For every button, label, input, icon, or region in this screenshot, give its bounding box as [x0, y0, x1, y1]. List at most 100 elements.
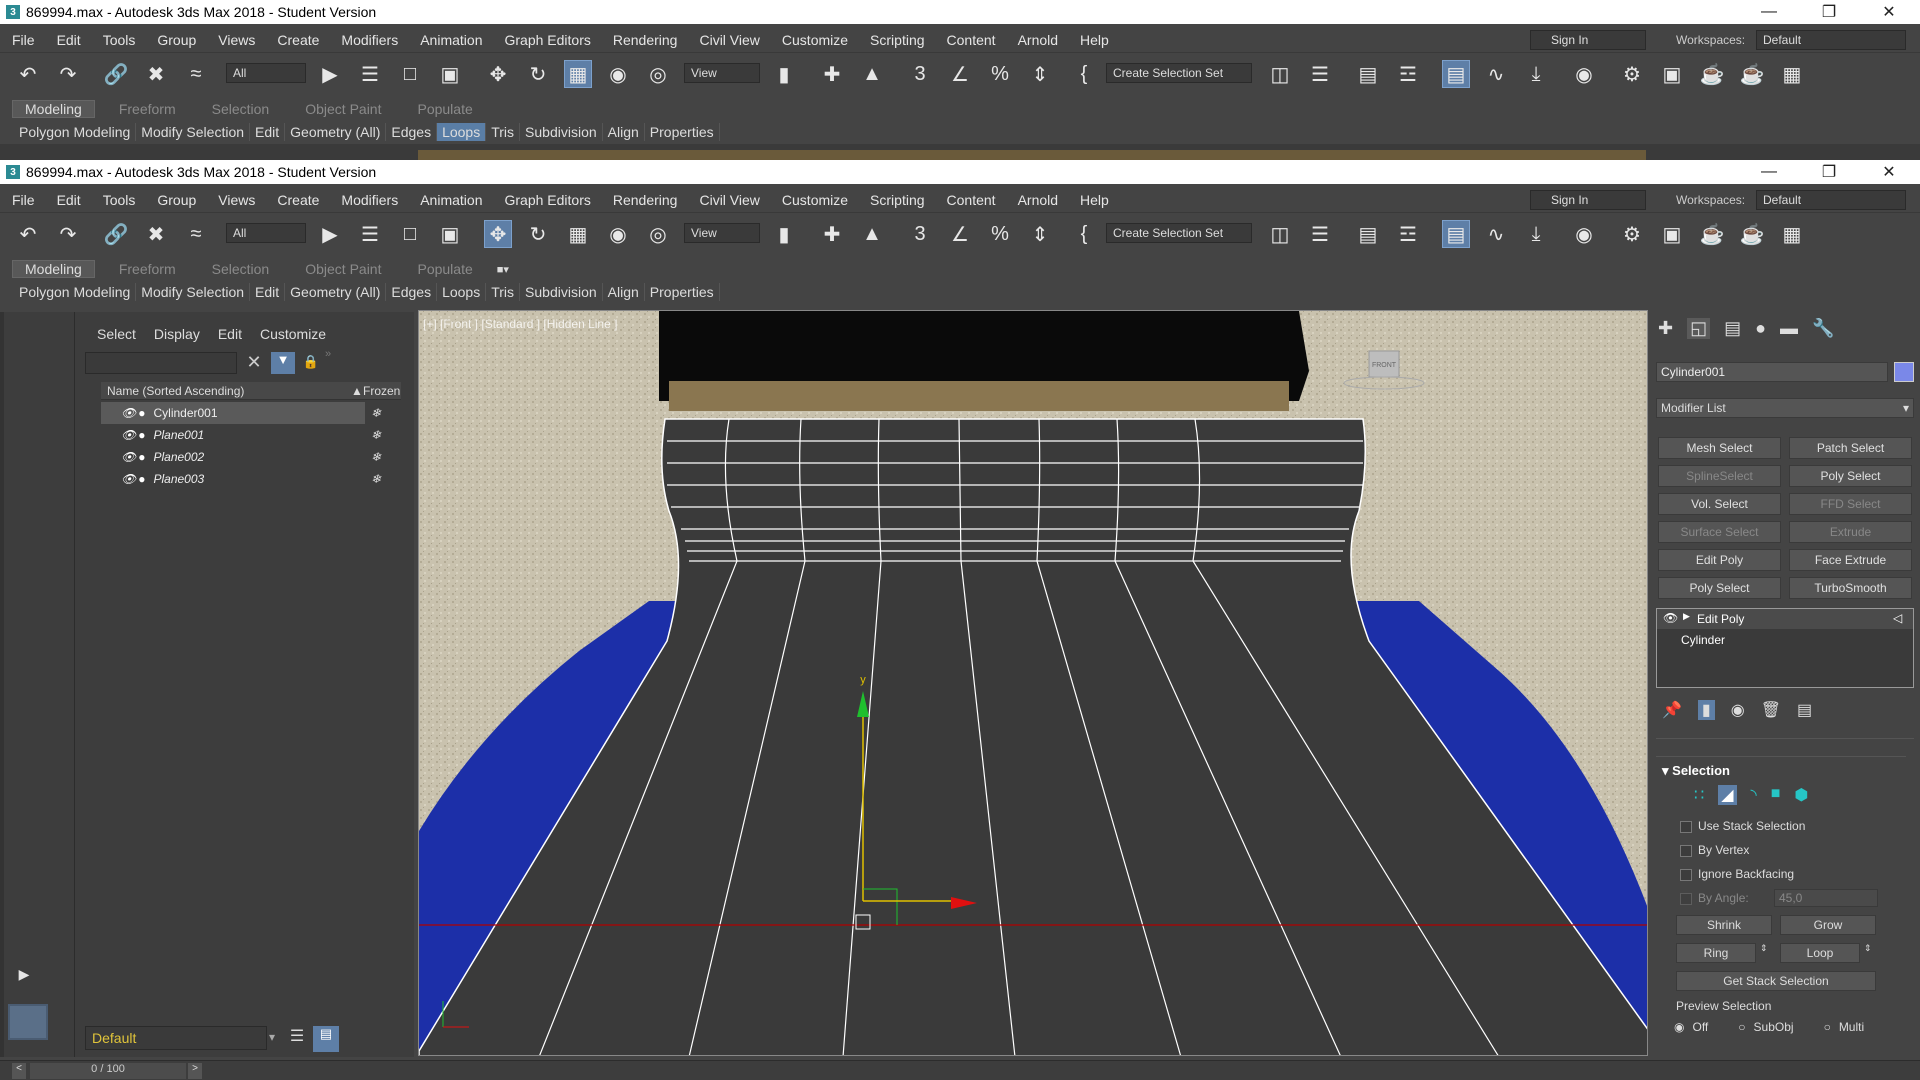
pivot-icon[interactable]: ▮ [770, 60, 798, 88]
angle-spinner[interactable]: 45,0 [1774, 889, 1878, 907]
menu-help[interactable]: Help [1068, 192, 1109, 208]
menu-group[interactable]: Group [145, 32, 196, 48]
bind-space-warp-icon[interactable]: ≈ [182, 60, 210, 88]
link-icon[interactable]: 🔗 [102, 60, 130, 88]
menu-scripting[interactable]: Scripting [858, 32, 924, 48]
selection-filter-dropdown[interactable]: All [226, 223, 306, 243]
menu-content[interactable]: Content [935, 192, 996, 208]
workspace-dropdown[interactable]: Default [1756, 190, 1906, 210]
scale-icon[interactable]: ▦ [564, 220, 592, 248]
select-by-name-icon[interactable]: ☰ [356, 60, 384, 88]
layer-dropdown-arrow-icon[interactable]: ▾ [269, 1030, 275, 1044]
curve-editor-icon[interactable]: ∿ [1482, 60, 1510, 88]
tab-populate[interactable]: Populate [405, 261, 484, 277]
object-color-swatch[interactable] [1894, 362, 1914, 382]
scene-search-input[interactable] [85, 352, 237, 374]
material-editor-icon[interactable]: ◉ [1570, 60, 1598, 88]
select-manipulate-icon[interactable]: ✚ [818, 220, 846, 248]
render-setup-icon[interactable]: ⚙ [1618, 60, 1646, 88]
angle-snap-icon[interactable]: ∠ [946, 220, 974, 248]
rendered-frame-icon[interactable]: ▣ [1658, 220, 1686, 248]
align-icon[interactable]: ☰ [1306, 60, 1334, 88]
face-extrude-button[interactable]: Face Extrude [1789, 549, 1912, 571]
selection-filter-dropdown[interactable]: All [226, 63, 306, 83]
spline-select-button[interactable]: SplineSelect [1658, 465, 1781, 487]
frozen-icon[interactable]: ❄ [371, 428, 381, 442]
schematic-view-icon[interactable]: ⤓ [1522, 60, 1550, 88]
element-icon[interactable]: ⬢ [1794, 785, 1808, 805]
extrude-button[interactable]: Extrude [1789, 521, 1912, 543]
poly-select-button[interactable]: Poly Select [1789, 465, 1912, 487]
show-end-result-icon[interactable]: ▮ [1697, 700, 1715, 720]
col-frozen-header[interactable]: Frozen [363, 384, 400, 398]
tab-object-paint[interactable]: Object Paint [293, 261, 393, 277]
panel-subdivision[interactable]: Subdivision [520, 123, 603, 141]
rollout-header[interactable]: ▾ Selection [1662, 763, 1730, 779]
menu-tools[interactable]: Tools [91, 192, 136, 208]
expand-icon[interactable]: ▶ [1683, 611, 1690, 622]
bind-space-warp-icon[interactable]: ≈ [182, 220, 210, 248]
rendered-frame-icon[interactable]: ▣ [1658, 60, 1686, 88]
ribbon-options-icon[interactable]: ■▾ [497, 263, 509, 276]
ignore-backfacing-checkbox[interactable] [1680, 869, 1692, 881]
vertex-icon[interactable]: ∷ [1694, 785, 1704, 805]
render-iterative-icon[interactable]: ☕ [1738, 60, 1766, 88]
menu-create[interactable]: Create [265, 192, 319, 208]
tab-modeling[interactable]: Modeling [12, 100, 95, 118]
menu-rendering[interactable]: Rendering [601, 32, 678, 48]
menu-graph-editors[interactable]: Graph Editors [492, 192, 590, 208]
move-icon[interactable]: ✥ [484, 220, 512, 248]
render-setup-icon[interactable]: ⚙ [1618, 220, 1646, 248]
menu-content[interactable]: Content [935, 32, 996, 48]
layers-icon[interactable]: ☲ [1394, 60, 1422, 88]
radio-subobj-icon[interactable]: ○ [1738, 1020, 1745, 1034]
sign-in-dropdown[interactable]: Sign In [1530, 30, 1646, 50]
se-menu-customize[interactable]: Customize [260, 326, 326, 342]
render-production-icon[interactable]: ☕ [1698, 220, 1726, 248]
close-button[interactable]: ✕ [1866, 160, 1912, 184]
object-name-field[interactable]: Cylinder001 [1656, 362, 1888, 382]
menu-animation[interactable]: Animation [408, 192, 482, 208]
menu-scripting[interactable]: Scripting [858, 192, 924, 208]
create-tab-icon[interactable]: ✚ [1658, 318, 1673, 339]
spinner-snap-icon[interactable]: ⇕ [1026, 220, 1054, 248]
panel-tris[interactable]: Tris [486, 283, 521, 301]
tab-selection[interactable]: Selection [200, 261, 282, 277]
frozen-icon[interactable]: ❄ [371, 406, 381, 420]
minimize-button[interactable]: — [1746, 160, 1792, 184]
rotate-icon[interactable]: ↻ [524, 220, 552, 248]
edge-icon[interactable]: ◢ [1718, 785, 1737, 805]
use-stack-checkbox[interactable] [1680, 821, 1692, 833]
by-angle-checkbox[interactable] [1680, 893, 1692, 905]
select-manipulate-icon[interactable]: ✚ [818, 60, 846, 88]
place-rotate-icon[interactable]: ◎ [644, 60, 672, 88]
restore-button[interactable]: ❐ [1806, 160, 1852, 184]
mirror-icon[interactable]: ◫ [1266, 60, 1294, 88]
menu-customize[interactable]: Customize [770, 192, 848, 208]
undo-icon[interactable]: ↶ [14, 60, 42, 88]
tab-modeling[interactable]: Modeling [12, 260, 95, 278]
menu-views[interactable]: Views [206, 192, 255, 208]
rotate-icon[interactable]: ↻ [524, 60, 552, 88]
unlink-icon[interactable]: ✖ [142, 220, 170, 248]
workspace-dropdown[interactable]: Default [1756, 30, 1906, 50]
remove-modifier-icon[interactable]: 🗑 [1761, 700, 1781, 720]
place-icon[interactable]: ◉ [604, 60, 632, 88]
eye-icon[interactable]: 👁 [1663, 611, 1678, 625]
menu-help[interactable]: Help [1068, 32, 1109, 48]
redo-icon[interactable]: ↷ [54, 60, 82, 88]
frozen-icon[interactable]: ❄ [371, 450, 381, 464]
percent-snap-icon[interactable]: % [986, 60, 1014, 88]
unlink-icon[interactable]: ✖ [142, 60, 170, 88]
layers-icon[interactable]: ☲ [1394, 220, 1422, 248]
render-production-icon[interactable]: ☕ [1698, 60, 1726, 88]
panel-edges[interactable]: Edges [386, 123, 438, 141]
visibility-icon[interactable]: 👁 [121, 450, 136, 464]
pivot-icon[interactable]: ▮ [770, 220, 798, 248]
layer-explorer-icon[interactable]: ▤ [1354, 220, 1382, 248]
panel-polygon-modeling[interactable]: Polygon Modeling [14, 123, 137, 141]
panel-geometry-all[interactable]: Geometry (All) [285, 123, 387, 141]
grow-button[interactable]: Grow [1780, 915, 1876, 935]
ffd-select-button[interactable]: FFD Select [1789, 493, 1912, 515]
motion-tab-icon[interactable]: ● [1755, 318, 1766, 339]
